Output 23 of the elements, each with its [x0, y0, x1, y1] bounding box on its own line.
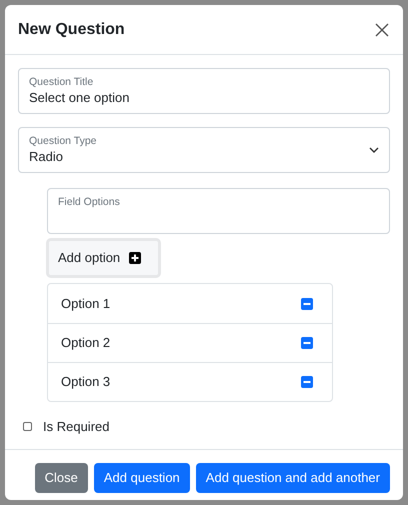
- footer-button[interactable]: Add question: [94, 462, 190, 492]
- option-label: Option 2: [61, 334, 110, 352]
- field-label: Question Type: [29, 134, 97, 148]
- field-label: Question Title: [29, 75, 94, 89]
- remove-icon[interactable]: [301, 376, 313, 388]
- close-icon[interactable]: [375, 22, 389, 36]
- remove-icon[interactable]: [301, 298, 313, 310]
- required-checkbox[interactable]: [23, 422, 32, 432]
- dialog-title: New Question: [18, 20, 125, 40]
- option-label: Option 3: [61, 373, 110, 392]
- field-value: Select one option: [29, 89, 130, 107]
- add-option-button[interactable]: Add option: [46, 238, 161, 278]
- input-field[interactable]: Question Title Select one option: [18, 68, 390, 114]
- checkbox-label: Is Required: [43, 418, 110, 436]
- select-field[interactable]: Question Type Radio: [18, 127, 390, 173]
- field-options-input[interactable]: Field Options: [47, 188, 390, 234]
- chevron-down-icon: [369, 147, 379, 153]
- footer-button[interactable]: Add question and add another: [196, 462, 390, 492]
- field-value: Radio: [29, 148, 64, 166]
- option-label: Option 1: [61, 294, 110, 313]
- remove-icon[interactable]: [301, 337, 313, 349]
- plus-icon: [129, 252, 142, 264]
- footer-button[interactable]: Close: [34, 462, 88, 492]
